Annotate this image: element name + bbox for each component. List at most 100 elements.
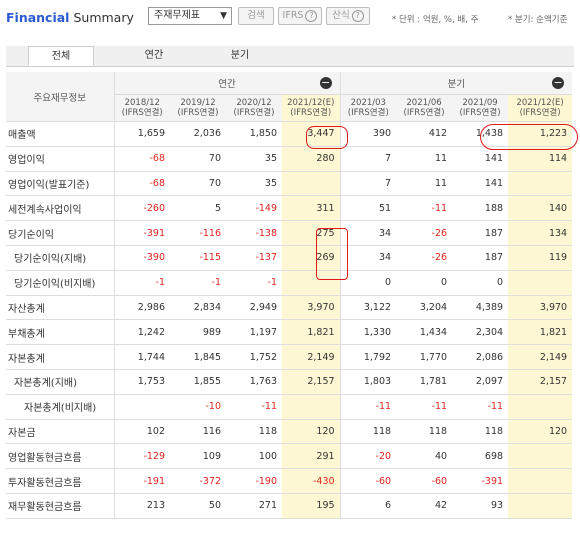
row-label: 자본금 xyxy=(6,419,115,445)
table-cell: 412 xyxy=(396,121,453,147)
table-cell: 6 xyxy=(339,493,397,519)
table-cell: 7 xyxy=(339,146,397,172)
column-basis: (IFRS연결) xyxy=(519,108,561,118)
column-basis: (IFRS연결) xyxy=(290,108,332,118)
table-cell: 989 xyxy=(170,319,226,346)
table-cell: 141 xyxy=(452,171,509,197)
table-cell: 140 xyxy=(508,195,573,222)
table-row: 영업이익(발표기준) -68 70 35 7 11 141 xyxy=(6,171,573,197)
table-cell: 5 xyxy=(170,195,226,222)
search-button[interactable]: 검색 xyxy=(238,7,274,25)
row-label: 매출액 xyxy=(6,121,115,147)
table-row: 부채총계 1,242 989 1,197 1,821 1,330 1,434 2,304 1,8… xyxy=(6,319,573,346)
help-icon: ? xyxy=(351,9,364,22)
table-cell: 50 xyxy=(170,493,226,519)
table-cell: 1,330 xyxy=(339,319,397,346)
table-cell: -137 xyxy=(226,245,282,271)
table-cell: 2,986 xyxy=(114,295,170,321)
column-period: 2020/12 xyxy=(236,98,272,108)
table-cell xyxy=(114,394,170,420)
column-header: 2021/06 (IFRS연결) xyxy=(396,94,453,122)
row-label: 재무활동현금흐름 xyxy=(6,493,115,519)
column-period: 2018/12 xyxy=(124,98,160,108)
table-cell: 118 xyxy=(339,419,397,445)
collapse-annual-icon[interactable]: − xyxy=(319,77,332,89)
table-cell: 269 xyxy=(282,245,341,271)
tab-quarter[interactable]: 분기 xyxy=(210,46,270,66)
top-bar: Financial Summary 주재무제표 ▼ 검색 IFRS? 산식? *… xyxy=(0,0,580,32)
row-label: 당기순이익(지배) xyxy=(6,245,115,271)
table-cell: 1,434 xyxy=(396,319,453,346)
table-cell: 51 xyxy=(339,195,397,222)
title-summary: Summary xyxy=(73,10,134,25)
table-cell: 2,157 xyxy=(282,369,341,395)
table-cell: 7 xyxy=(339,171,397,197)
table-cell: 120 xyxy=(282,419,341,445)
table-cell: 141 xyxy=(452,146,509,172)
table-cell: 116 xyxy=(170,419,226,445)
row-label: 세전계속사업이익 xyxy=(6,195,115,222)
table-cell: 34 xyxy=(339,220,397,246)
column-basis: (IFRS연결) xyxy=(121,108,163,118)
row-label: 영업이익 xyxy=(6,146,115,172)
table-row: 당기순이익 -391 -116 -138 275 34 -26 187 134 xyxy=(6,220,573,246)
row-label: 부채총계 xyxy=(6,319,115,346)
widget-title: Financial Summary xyxy=(6,10,134,25)
table-cell: -11 xyxy=(226,394,282,420)
table-cell xyxy=(508,468,573,494)
row-label: 당기순이익 xyxy=(6,220,115,246)
table-cell xyxy=(508,493,573,519)
tab-all[interactable]: 전체 xyxy=(28,46,94,66)
table-cell: 35 xyxy=(226,171,282,197)
table-row: 투자활동현금흐름 -191 -372 -190 -430 -60 -60 -391 xyxy=(6,468,573,494)
table-cell: 213 xyxy=(114,493,170,519)
collapse-quarter-icon[interactable]: − xyxy=(552,77,565,89)
table-row: 당기순이익(지배) -390 -115 -137 269 34 -26 187 119 xyxy=(6,245,573,271)
table-cell: 3,970 xyxy=(508,295,573,321)
table-cell: 1,223 xyxy=(508,121,573,147)
table-cell: 93 xyxy=(452,493,509,519)
table-cell: -260 xyxy=(114,195,170,222)
statement-type-select[interactable]: 주재무제표 ▼ xyxy=(148,7,232,25)
formula-button[interactable]: 산식? xyxy=(326,7,370,25)
table-cell: 109 xyxy=(170,443,226,470)
table-cell: -191 xyxy=(114,468,170,494)
table-row: 자본금 102 116 118 120 118 118 118 120 xyxy=(6,419,573,445)
table-cell: 1,855 xyxy=(170,369,226,395)
table-cell: -115 xyxy=(170,245,226,271)
column-basis: (IFRS연결) xyxy=(177,108,219,118)
table-cell: -68 xyxy=(114,146,170,172)
table-cell: 2,157 xyxy=(508,369,573,395)
table-cell: 188 xyxy=(452,195,509,222)
table-cell: 195 xyxy=(282,493,341,519)
tab-annual[interactable]: 연간 xyxy=(124,46,184,66)
table-cell: -26 xyxy=(396,220,453,246)
table-cell: 280 xyxy=(282,146,341,172)
table-cell: 187 xyxy=(452,220,509,246)
table-row: 세전계속사업이익 -260 5 -149 311 51 -11 188 140 xyxy=(6,195,573,222)
table-cell: 40 xyxy=(396,443,453,470)
table-cell xyxy=(282,171,341,197)
table-cell: -11 xyxy=(339,394,397,420)
table-row: 매출액 1,659 2,036 1,850 3,447 390 412 1,438 1,223 xyxy=(6,121,573,147)
table-cell: 2,149 xyxy=(282,344,341,370)
table-cell: -20 xyxy=(339,443,397,470)
table-cell: 1,659 xyxy=(114,121,170,147)
table-cell: 1,821 xyxy=(508,319,573,346)
table-cell: 0 xyxy=(452,270,509,296)
table-cell: 2,949 xyxy=(226,295,282,321)
basis-note: * 분기: 순액기준 xyxy=(508,15,568,25)
table-cell: 2,304 xyxy=(452,319,509,346)
table-cell: 1,803 xyxy=(339,369,397,395)
column-period: 2021/12(E) xyxy=(287,98,335,108)
table-cell: 118 xyxy=(452,419,509,445)
column-header: 2021/12(E) (IFRS연결) xyxy=(508,94,573,122)
table-cell: 311 xyxy=(282,195,341,222)
ifrs-button[interactable]: IFRS? xyxy=(278,7,322,25)
table-cell: -391 xyxy=(114,220,170,246)
table-cell: 118 xyxy=(396,419,453,445)
table-row: 자본총계(비지배) -10 -11 -11 -11 -11 xyxy=(6,394,573,420)
table-cell: 1,792 xyxy=(339,344,397,370)
table-cell: 1,763 xyxy=(226,369,282,395)
table-cell: -149 xyxy=(226,195,282,222)
